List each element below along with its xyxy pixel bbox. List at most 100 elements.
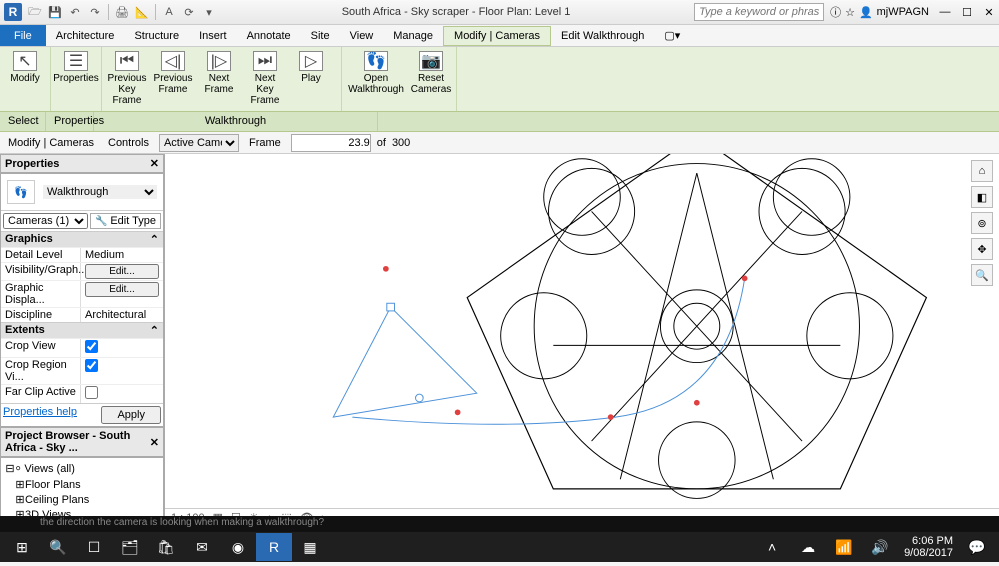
edit-button[interactable]: Edit... <box>85 282 159 297</box>
play-button[interactable]: ▷Play <box>290 49 332 86</box>
tree-floor-plans[interactable]: ⊞Floor Plans <box>3 477 161 492</box>
sync-icon[interactable]: ⟳ <box>180 3 198 21</box>
chrome-icon[interactable]: ◉ <box>220 533 256 561</box>
tab-edit-walkthrough[interactable]: Edit Walkthrough <box>551 27 654 45</box>
prop-visibility[interactable]: Visibility/Graph...Edit... <box>1 262 163 280</box>
undo-icon[interactable]: ↶ <box>66 3 84 21</box>
home-icon[interactable]: ⌂ <box>971 160 993 182</box>
wifi-icon[interactable]: 📶 <box>826 533 862 561</box>
tab-insert[interactable]: Insert <box>189 27 237 45</box>
ribbon: ↖Modify ☰Properties ⏮Previous Key Frame … <box>0 47 999 112</box>
camera-icon: 📷 <box>419 51 443 71</box>
floor-plan-drawing <box>165 154 999 508</box>
browser-panel-header[interactable]: Project Browser - South Africa - Sky ...… <box>0 427 164 457</box>
app-icon[interactable]: ▦ <box>292 533 328 561</box>
settings-icon[interactable]: ▾ <box>200 3 218 21</box>
maximize-icon[interactable]: ☐ <box>957 4 977 20</box>
close-icon[interactable]: ✕ <box>979 4 999 20</box>
mail-icon[interactable]: ✉ <box>184 533 220 561</box>
tab-overflow[interactable]: ▢▾ <box>654 26 690 45</box>
print-icon[interactable]: 🖨 <box>113 3 131 21</box>
username: mjWPAGN <box>877 6 929 18</box>
info-icon[interactable]: ⓘ <box>830 4 841 20</box>
walkthrough-icon: 👣 <box>7 180 35 204</box>
search-input[interactable] <box>694 3 824 21</box>
text-icon[interactable]: A <box>160 3 178 21</box>
properties-panel-header[interactable]: Properties✕ <box>0 154 164 173</box>
tab-site[interactable]: Site <box>301 27 340 45</box>
save-icon[interactable]: 💾 <box>46 3 64 21</box>
modify-button[interactable]: ↖Modify <box>4 49 46 86</box>
drawing-canvas[interactable]: ⌂ ◧ ⊚ ✥ 🔍 <box>165 154 999 508</box>
explorer-icon[interactable]: 🗂 <box>112 533 148 561</box>
notifications-icon[interactable]: 💬 <box>959 533 995 561</box>
reset-cameras-button[interactable]: 📷Reset Cameras <box>410 49 452 97</box>
step-forward-icon: |▷ <box>207 51 231 71</box>
tab-manage[interactable]: Manage <box>383 27 443 45</box>
prop-crop-region[interactable]: Crop Region Vi... <box>1 357 163 384</box>
frame-input[interactable] <box>291 134 371 152</box>
properties-panel: 👣 Walkthrough Cameras (1) 🔧 Edit Type Gr… <box>0 173 164 427</box>
tab-annotate[interactable]: Annotate <box>237 27 301 45</box>
cursor-icon: ↖ <box>13 51 37 71</box>
type-selector[interactable]: Walkthrough <box>43 185 157 199</box>
crop-view-checkbox[interactable] <box>85 340 98 353</box>
next-frame-button[interactable]: |▷Next Frame <box>198 49 240 97</box>
tree-ceiling-plans[interactable]: ⊞Ceiling Plans <box>3 492 161 507</box>
close-icon[interactable]: ✕ <box>150 157 159 170</box>
next-keyframe-button[interactable]: ⏭Next Key Frame <box>244 49 286 108</box>
redo-icon[interactable]: ↷ <box>86 3 104 21</box>
search-icon[interactable]: 🔍 <box>40 533 76 561</box>
far-clip-checkbox[interactable] <box>85 386 98 399</box>
star-icon[interactable]: ☆ <box>845 6 855 19</box>
volume-icon[interactable]: 🔊 <box>862 533 898 561</box>
tab-view[interactable]: View <box>340 27 384 45</box>
properties-button[interactable]: ☰Properties <box>55 49 97 86</box>
user-area: ⓘ ☆ 👤 mjWPAGN <box>830 4 929 20</box>
tree-views[interactable]: ⊟⸰ Views (all) <box>3 460 161 477</box>
nav-wheel-icon[interactable]: ⊚ <box>971 212 993 234</box>
prop-far-clip[interactable]: Far Clip Active <box>1 384 163 403</box>
view-controls: ⌂ ◧ ⊚ ✥ 🔍 <box>971 160 993 286</box>
cloud-icon[interactable]: ☁ <box>790 533 826 561</box>
zoom-icon[interactable]: 🔍 <box>971 264 993 286</box>
controls-select[interactable]: Active Camera <box>159 134 239 152</box>
measure-icon[interactable]: 📐 <box>133 3 151 21</box>
prev-frame-button[interactable]: ◁|Previous Frame <box>152 49 194 97</box>
prop-discipline[interactable]: DisciplineArchitectural <box>1 307 163 322</box>
properties-icon: ☰ <box>64 51 88 71</box>
user-icon[interactable]: 👤 <box>859 6 873 19</box>
prop-crop-view[interactable]: Crop View <box>1 338 163 357</box>
close-icon[interactable]: ✕ <box>150 436 159 449</box>
properties-help-link[interactable]: Properties help <box>3 406 77 424</box>
category-graphics[interactable]: Graphics⌃ <box>1 231 163 247</box>
quick-access-toolbar: 🗁 💾 ↶ ↷ 🖨 📐 A ⟳ ▾ <box>26 3 218 21</box>
apply-button[interactable]: Apply <box>101 406 161 424</box>
viewcube-icon[interactable]: ◧ <box>971 186 993 208</box>
tab-modify-cameras[interactable]: Modify | Cameras <box>443 26 551 46</box>
open-icon[interactable]: 🗁 <box>26 3 44 21</box>
minimize-icon[interactable]: — <box>935 4 955 20</box>
start-button[interactable]: ⊞ <box>4 533 40 561</box>
prev-keyframe-button[interactable]: ⏮Previous Key Frame <box>106 49 148 108</box>
tray-up-icon[interactable]: ˄ <box>754 533 790 561</box>
prop-graphic-display[interactable]: Graphic Displa...Edit... <box>1 280 163 307</box>
window-controls: — ☐ ✕ <box>935 4 999 20</box>
file-menu[interactable]: File <box>0 25 46 46</box>
pan-icon[interactable]: ✥ <box>971 238 993 260</box>
store-icon[interactable]: 🛍 <box>148 533 184 561</box>
crop-region-checkbox[interactable] <box>85 359 98 372</box>
category-extents[interactable]: Extents⌃ <box>1 322 163 338</box>
tab-architecture[interactable]: Architecture <box>46 27 125 45</box>
tab-structure[interactable]: Structure <box>124 27 189 45</box>
task-view-icon[interactable]: ☐ <box>76 533 112 561</box>
edit-type-button[interactable]: 🔧 Edit Type <box>90 213 161 229</box>
edit-button[interactable]: Edit... <box>85 264 159 279</box>
prop-detail-level[interactable]: Detail LevelMedium <box>1 247 163 262</box>
instance-selector[interactable]: Cameras (1) <box>3 213 88 229</box>
open-walkthrough-button[interactable]: 👣Open Walkthrough <box>346 49 406 97</box>
context-label: Modify | Cameras <box>4 137 98 149</box>
system-clock[interactable]: 6:06 PM9/08/2017 <box>898 535 959 559</box>
ribbon-group-walkthrough: ⏮Previous Key Frame ◁|Previous Frame |▷N… <box>102 47 342 111</box>
revit-icon[interactable]: R <box>256 533 292 561</box>
